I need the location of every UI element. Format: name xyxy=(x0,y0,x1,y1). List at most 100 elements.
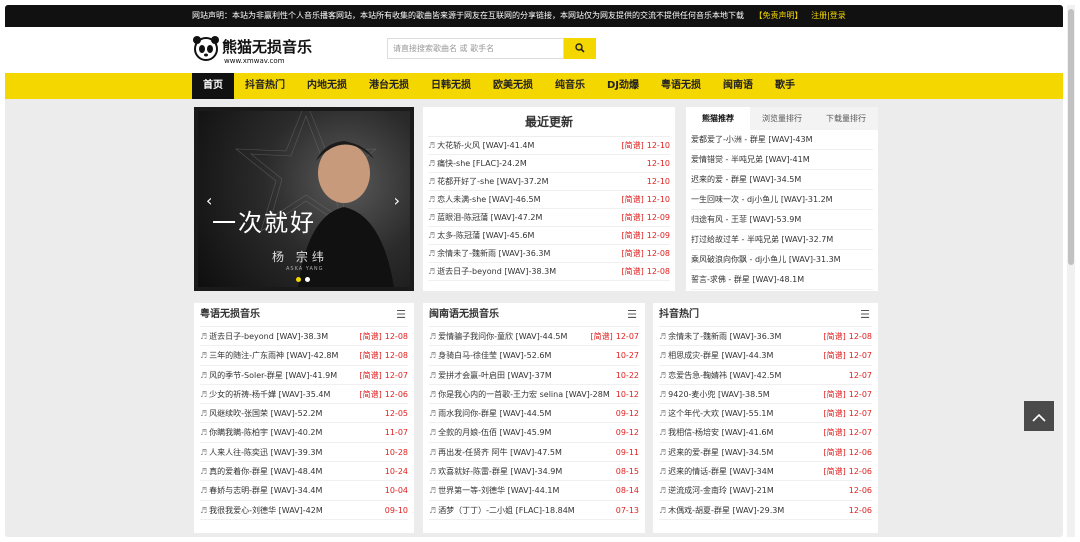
song-row[interactable]: ♬ 风继续吹-张国荣 [WAV]-52.2M 12-05 xyxy=(200,404,408,424)
score-tag[interactable]: [简谱] xyxy=(622,209,644,226)
song-row[interactable]: ♬ 三年的随注-广东雨神 [WAV]-42.8M [简谱] 12-08 xyxy=(200,346,408,366)
nav-item[interactable]: 首页 xyxy=(192,73,234,99)
song-row[interactable]: ♬ 爱拼才会赢-叶启田 [WAV]-37M 10-22 xyxy=(429,366,639,385)
song-link[interactable]: 木偶戏-胡夏-群星 [WAV]-29.3M xyxy=(668,501,849,519)
nav-item[interactable]: 闽南语 xyxy=(712,73,764,99)
song-link[interactable]: 世界第一等-刘德华 [WAV]-44.1M xyxy=(438,481,616,499)
site-logo[interactable]: 熊猫无损音乐 www.xmwav.com xyxy=(192,35,332,67)
next-arrow-icon[interactable]: › xyxy=(394,191,400,210)
search-button[interactable] xyxy=(564,38,596,59)
rank-row[interactable]: 誓言-求佛 - 群星 [WAV]-48.1M xyxy=(691,270,873,290)
song-link[interactable]: 太多-陈冠蒲 [WAV]-45.6M xyxy=(437,227,621,244)
song-link[interactable]: 逆流成河-金南玲 [WAV]-21M xyxy=(668,481,849,499)
rank-row[interactable]: 迟来的爱 - 群星 [WAV]-34.5M xyxy=(691,170,873,190)
song-link[interactable]: 雨水我问你-群星 [WAV]-44.5M xyxy=(438,404,616,422)
rank-tab[interactable]: 下载量排行 xyxy=(814,107,878,130)
nav-item[interactable]: 欧美无损 xyxy=(482,73,544,99)
song-row[interactable]: ♬ 你是我心内的一首歌-王力宏 selina [WAV]-28M 10-12 xyxy=(429,385,639,405)
list-menu-icon[interactable]: ☰ xyxy=(627,303,637,327)
nav-item[interactable]: 日韩无损 xyxy=(420,73,482,99)
song-link[interactable]: 余情未了-魏新雨 [WAV]-36.3M xyxy=(668,327,823,345)
carousel-dot[interactable] xyxy=(296,277,301,282)
song-link[interactable]: 我相信-杨培安 [WAV]-41.6M xyxy=(668,423,823,441)
song-link[interactable]: 余情未了-魏新雨 [WAV]-36.3M xyxy=(437,245,621,262)
list-menu-icon[interactable]: ☰ xyxy=(860,303,870,327)
song-link[interactable]: 爱都爱了-小洲 - 群星 [WAV]-43M xyxy=(691,130,873,149)
song-row[interactable]: ♬ 这个年代-大欢 [WAV]-55.1M [简谱] 12-07 xyxy=(659,404,872,424)
rank-row[interactable]: 乘风破浪向你飘 - dj小鱼儿 [WAV]-31.3M xyxy=(691,250,873,270)
song-row[interactable]: ♬ 相思成灾-群星 [WAV]-44.3M [简谱] 12-07 xyxy=(659,346,872,366)
song-link[interactable]: 风的季节-Soler-群星 [WAV]-41.9M xyxy=(209,366,359,384)
song-link[interactable]: 9420-麦小兜 [WAV]-38.5M xyxy=(668,385,823,403)
score-tag[interactable]: [简谱] xyxy=(824,404,846,422)
song-link[interactable]: 迟来的爱 - 群星 [WAV]-34.5M xyxy=(691,170,873,189)
song-link[interactable]: 恋爱告急-鞠婧祎 [WAV]-42.5M xyxy=(668,366,849,384)
score-tag[interactable]: [简谱] xyxy=(360,385,382,403)
song-row[interactable]: ♬ 恋爱告急-鞠婧祎 [WAV]-42.5M 12-07 xyxy=(659,366,872,385)
register-login-link[interactable]: 注册|登录 xyxy=(811,11,846,20)
song-row[interactable]: ♬ 9420-麦小兜 [WAV]-38.5M [简谱] 12-07 xyxy=(659,385,872,405)
song-link[interactable]: 花都开好了-she [WAV]-37.2M xyxy=(437,173,647,190)
song-link[interactable]: 逝去日子-beyond [WAV]-38.3M xyxy=(209,327,359,345)
song-row[interactable]: ♬ 世界第一等-刘德华 [WAV]-44.1M 08-14 xyxy=(429,481,639,501)
song-link[interactable]: 风继续吹-张国荣 [WAV]-52.2M xyxy=(209,404,385,422)
score-tag[interactable]: [简谱] xyxy=(824,385,846,403)
rank-row[interactable]: 爱都爱了-小洲 - 群星 [WAV]-43M xyxy=(691,130,873,150)
list-menu-icon[interactable]: ☰ xyxy=(396,303,406,327)
prev-arrow-icon[interactable]: ‹ xyxy=(206,191,212,210)
song-link[interactable]: 大花轿-火风 [WAV]-41.4M xyxy=(437,137,621,154)
song-link[interactable]: 真的爱着你-群星 [WAV]-48.4M xyxy=(209,462,385,480)
song-row[interactable]: ♬ 雨水我问你-群星 [WAV]-44.5M 09-12 xyxy=(429,404,639,424)
nav-item[interactable]: 港台无损 xyxy=(358,73,420,99)
back-to-top-button[interactable] xyxy=(1024,401,1054,431)
song-link[interactable]: 我很我爱心-刘德华 [WAV]-42M xyxy=(209,501,385,519)
song-link[interactable]: 欢喜就好-陈雷-群星 [WAV]-34.9M xyxy=(438,462,616,480)
song-row[interactable]: ♬ 逆流成河-金南玲 [WAV]-21M 12-06 xyxy=(659,481,872,501)
banner-carousel[interactable]: 一次就好 杨 宗纬 ASKA YANG ‹ › xyxy=(194,107,414,291)
song-link[interactable]: 一生回味一次 - dj小鱼儿 [WAV]-31.2M xyxy=(691,190,873,209)
song-row[interactable]: ♬ 欢喜就好-陈雷-群星 [WAV]-34.9M 08-15 xyxy=(429,462,639,482)
score-tag[interactable]: [简谱] xyxy=(360,346,382,364)
song-link[interactable]: 你瞒我瞒-陈柏宇 [WAV]-40.2M xyxy=(209,423,385,441)
score-tag[interactable]: [简谱] xyxy=(824,327,846,345)
song-link[interactable]: 爱情骗子我问你-童欣 [WAV]-44.5M xyxy=(438,327,590,345)
score-tag[interactable]: [简谱] xyxy=(622,137,644,154)
search-input[interactable]: 请直接搜索歌曲名 或 歌手名 xyxy=(387,38,564,59)
song-row[interactable]: ♬ 逝去日子-beyond [WAV]-38.3M [简谱] 12-08 xyxy=(428,263,670,281)
score-tag[interactable]: [简谱] xyxy=(591,327,613,345)
song-row[interactable]: ♬ 酒梦（丁丁）-二小姐 [FLAC]-18.84M 07-13 xyxy=(429,501,639,520)
page-scrollbar[interactable] xyxy=(1067,5,1075,537)
nav-item[interactable]: 内地无损 xyxy=(296,73,358,99)
nav-item[interactable]: 粤语无损 xyxy=(650,73,712,99)
score-tag[interactable]: [简谱] xyxy=(622,263,644,280)
score-tag[interactable]: [简谱] xyxy=(824,462,846,480)
song-link[interactable]: 少女的祈祷-杨千嬅 [WAV]-35.4M xyxy=(209,385,359,403)
nav-item[interactable]: DJ劲爆 xyxy=(596,73,650,99)
score-tag[interactable]: [简谱] xyxy=(622,227,644,244)
song-link[interactable]: 酒梦（丁丁）-二小姐 [FLAC]-18.84M xyxy=(438,501,616,519)
song-row[interactable]: ♬ 余情未了-魏新雨 [WAV]-36.3M [简谱] 12-08 xyxy=(428,245,670,263)
song-link[interactable]: 春娇与志明-群星 [WAV]-34.4M xyxy=(209,481,385,499)
song-row[interactable]: ♬ 逝去日子-beyond [WAV]-38.3M [简谱] 12-08 xyxy=(200,327,408,347)
song-link[interactable]: 誓言-求佛 - 群星 [WAV]-48.1M xyxy=(691,270,873,289)
score-tag[interactable]: [简谱] xyxy=(622,191,644,208)
rank-row[interactable]: 爱情错觉 - 半吨兄弟 [WAV]-41M xyxy=(691,150,873,170)
song-row[interactable]: ♬ 迟来的情话-群星 [WAV]-34M [简谱] 12-06 xyxy=(659,462,872,482)
song-row[interactable]: ♬ 你瞒我瞒-陈柏宇 [WAV]-40.2M 11-07 xyxy=(200,423,408,443)
rank-row[interactable]: 归途有风 - 王菲 [WAV]-53.9M xyxy=(691,210,873,230)
scrollbar-thumb[interactable] xyxy=(1068,9,1074,265)
song-link[interactable]: 迟来的爱-群星 [WAV]-34.5M xyxy=(668,443,823,461)
song-link[interactable]: 这个年代-大欢 [WAV]-55.1M xyxy=(668,404,823,422)
song-link[interactable]: 你是我心内的一首歌-王力宏 selina [WAV]-28M xyxy=(438,385,616,403)
song-link[interactable]: 乘风破浪向你飘 - dj小鱼儿 [WAV]-31.3M xyxy=(691,250,873,269)
song-link[interactable]: 恋人未满-she [WAV]-46.5M xyxy=(437,191,621,208)
nav-item[interactable]: 歌手 xyxy=(764,73,806,99)
song-row[interactable]: ♬ 少女的祈祷-杨千嬅 [WAV]-35.4M [简谱] 12-06 xyxy=(200,385,408,405)
song-row[interactable]: ♬ 我很我爱心-刘德华 [WAV]-42M 09-10 xyxy=(200,501,408,520)
carousel-dot[interactable] xyxy=(305,277,310,282)
score-tag[interactable]: [简谱] xyxy=(360,327,382,345)
song-row[interactable]: ♬ 身骑白马-徐佳莹 [WAV]-52.6M 10-27 xyxy=(429,346,639,366)
song-row[interactable]: ♬ 风的季节-Soler-群星 [WAV]-41.9M [简谱] 12-07 xyxy=(200,366,408,385)
song-link[interactable]: 全款的月娘-伍佰 [WAV]-45.9M xyxy=(438,423,616,441)
song-link[interactable]: 逝去日子-beyond [WAV]-38.3M xyxy=(437,263,621,280)
